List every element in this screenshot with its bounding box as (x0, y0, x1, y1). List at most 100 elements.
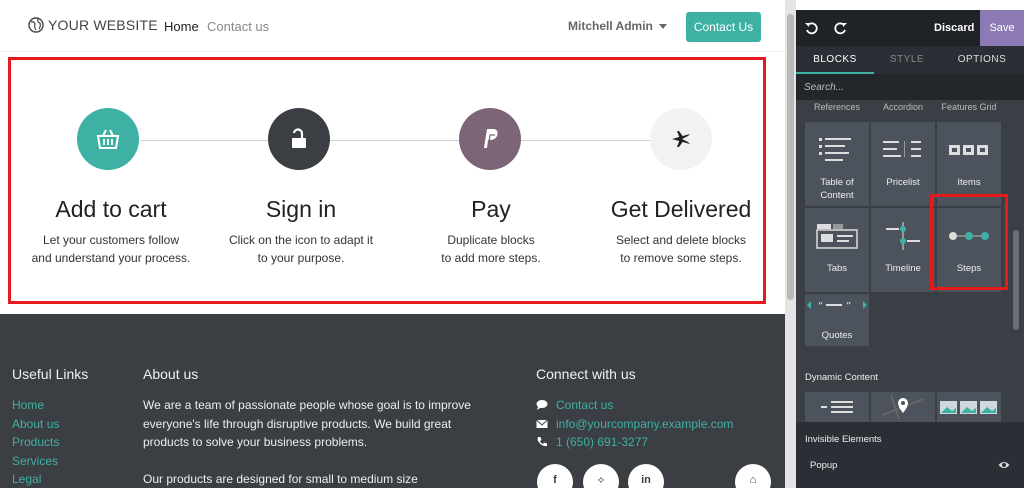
step-title: Pay (471, 196, 511, 222)
step-title: Sign in (265, 196, 337, 222)
footer-connect-title: Connect with us (536, 366, 636, 382)
panel-scrollbar[interactable] (1013, 230, 1019, 330)
step-description: Click on the icon to adapt it to your pu… (201, 231, 401, 267)
block-tabs[interactable]: Tabs (805, 208, 869, 292)
step-desc-line: Let your customers follow (42, 233, 180, 247)
footer-contact-list: Contact us info@yourcompany.example.com … (536, 396, 733, 452)
tab-blocks[interactable]: BLOCKS (796, 46, 874, 74)
list-icon (805, 396, 869, 418)
step-desc-line: Duplicate blocks (447, 233, 535, 247)
items-icon (937, 132, 1001, 168)
block-label: Table of Content (805, 176, 869, 202)
block-label-line: Table of (820, 177, 854, 188)
about-paragraph: We are a team of passionate people whose… (143, 398, 471, 449)
basket-icon[interactable] (77, 108, 139, 170)
step-desc-line: to add more steps. (441, 251, 541, 265)
editor-topbar: Discard Save (796, 10, 1024, 46)
category-features-grid[interactable]: Features Grid (936, 102, 1002, 112)
tabs-icon (805, 218, 869, 254)
footer-about-title: About us (143, 366, 199, 382)
editor-tabs: BLOCKS STYLE OPTIONS (796, 46, 1024, 74)
block-label: Quotes (821, 330, 853, 341)
contact-row[interactable]: Contact us (536, 396, 733, 415)
top-navbar: YOUR WEBSITE Home Contact us Mitchell Ad… (0, 0, 785, 52)
comment-icon (536, 400, 548, 411)
user-name: Mitchell Admin (568, 19, 653, 33)
footer-link-home[interactable]: Home (12, 396, 59, 415)
block-timeline[interactable]: Timeline (871, 208, 935, 292)
map-marker-icon (871, 394, 935, 420)
plane-icon[interactable] (650, 108, 712, 170)
block-label: Tabs (826, 263, 848, 274)
block-label: Items (957, 177, 981, 188)
email-link: info@yourcompany.example.com (556, 416, 734, 431)
block-label: Pricelist (886, 177, 920, 188)
site-logo-text: YOUR WEBSITE (48, 17, 158, 33)
phone-row[interactable]: 1 (650) 691-3277 (536, 433, 733, 452)
block-table-of-content[interactable]: Table of Content (805, 122, 869, 206)
tab-style[interactable]: STYLE (874, 46, 940, 74)
eye-icon[interactable] (998, 460, 1010, 470)
nav-contact-link[interactable]: Contact us (207, 19, 269, 34)
facebook-glyph: f (553, 474, 557, 486)
block-dynamic-list[interactable] (805, 392, 869, 422)
globe-icon (28, 17, 44, 33)
block-map[interactable] (871, 392, 935, 422)
email-row[interactable]: info@yourcompany.example.com (536, 415, 733, 434)
envelope-icon (536, 419, 548, 428)
block-category-row: References Accordion Features Grid (804, 102, 1004, 112)
timeline-icon (871, 218, 935, 254)
paypal-icon[interactable] (459, 108, 521, 170)
site-footer: Useful Links Home About us Products Serv… (0, 314, 785, 488)
redo-icon[interactable] (834, 21, 848, 35)
preview-scrollbar[interactable] (785, 0, 796, 488)
block-search-input[interactable] (796, 74, 1024, 100)
phone-icon (537, 437, 547, 447)
preview-scrollbar-thumb[interactable] (787, 14, 794, 300)
steps-block[interactable]: Add to cart Let your customers follow an… (8, 57, 766, 304)
step-title: Get Delivered (610, 196, 752, 222)
steps-connector-line (141, 140, 711, 141)
quotes-icon: “ ” (805, 294, 869, 316)
step-desc-line: and understand your process. (31, 251, 191, 265)
invisible-elements-title: Invisible Elements (805, 434, 882, 445)
image-grid-icon (937, 396, 1001, 418)
step-description: Let your customers follow and understand… (11, 231, 211, 267)
facebook-icon[interactable]: f (537, 464, 573, 488)
footer-about-text: We are a team of passionate people whose… (143, 396, 473, 488)
block-label-line: Content (820, 190, 854, 201)
footer-link-services[interactable]: Services (12, 452, 59, 471)
tab-options[interactable]: OPTIONS (940, 46, 1024, 74)
nav-home-link[interactable]: Home (164, 19, 199, 34)
svg-text:”: ” (846, 301, 851, 311)
footer-links-title: Useful Links (12, 366, 89, 382)
phone-link: 1 (650) 691-3277 (556, 435, 649, 449)
footer-link-products[interactable]: Products (12, 433, 59, 452)
block-pricelist[interactable]: Pricelist (871, 122, 935, 206)
block-dynamic-products[interactable] (937, 392, 1001, 422)
step-desc-line: to your purpose. (257, 251, 345, 265)
popup-item[interactable]: Popup (810, 460, 837, 471)
save-button[interactable]: Save (980, 10, 1024, 46)
linkedin-icon[interactable]: in (628, 464, 664, 488)
discard-button[interactable]: Discard (934, 22, 974, 34)
caret-down-icon (658, 23, 667, 29)
block-search (796, 74, 1024, 100)
user-menu[interactable]: Mitchell Admin (568, 19, 667, 33)
twitter-icon[interactable]: ✧ (583, 464, 619, 488)
table-of-content-icon (805, 132, 869, 168)
dynamic-content-title: Dynamic Content (805, 372, 878, 383)
unlock-icon[interactable] (268, 108, 330, 170)
footer-link-about[interactable]: About us (12, 415, 59, 434)
footer-link-legal[interactable]: Legal (12, 470, 59, 488)
pricelist-icon (871, 132, 935, 168)
contact-us-button[interactable]: Contact Us (686, 12, 761, 42)
category-references[interactable]: References (804, 102, 870, 112)
step-desc-line: to remove some steps. (620, 251, 742, 265)
category-accordion[interactable]: Accordion (870, 102, 936, 112)
screen: YOUR WEBSITE Home Contact us Mitchell Ad… (0, 0, 1024, 488)
undo-icon[interactable] (804, 21, 818, 35)
site-logo[interactable]: YOUR WEBSITE (28, 17, 158, 33)
contact-link: Contact us (556, 398, 614, 412)
home-icon[interactable]: ⌂ (735, 464, 771, 488)
